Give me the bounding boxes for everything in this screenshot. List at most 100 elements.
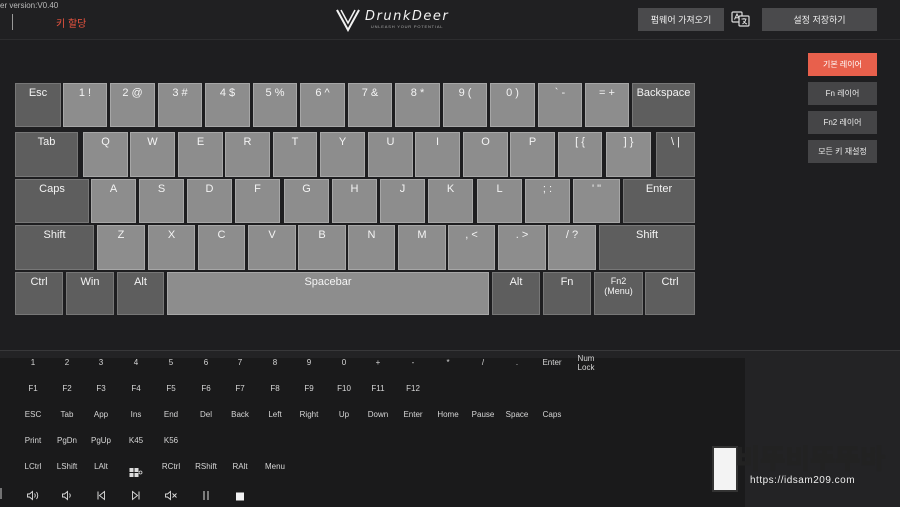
palette-key[interactable]: 2 xyxy=(65,358,69,367)
palette-key[interactable]: F10 xyxy=(337,384,351,393)
palette-key[interactable]: Enter xyxy=(403,410,422,419)
palette-key[interactable]: Left xyxy=(268,410,281,419)
palette-key[interactable]: 4 xyxy=(134,358,138,367)
key-g[interactable]: G xyxy=(284,179,329,223)
palette-key[interactable]: F4 xyxy=(131,384,140,393)
palette-key[interactable]: Enter xyxy=(542,358,561,367)
palette-key[interactable]: Home xyxy=(437,410,458,419)
palette-key[interactable]: 5 xyxy=(169,358,173,367)
palette-key[interactable]: F6 xyxy=(201,384,210,393)
key-b[interactable]: B xyxy=(298,225,346,270)
palette-key[interactable]: Up xyxy=(339,410,349,419)
palette-key[interactable]: LShift xyxy=(57,462,77,471)
base-layer-button[interactable]: 기본 레이어 xyxy=(808,53,877,76)
key-p[interactable]: P xyxy=(510,132,555,177)
play-pause-icon[interactable] xyxy=(202,488,210,506)
key-rshift[interactable]: Shift xyxy=(599,225,695,270)
key-fn[interactable]: Fn xyxy=(543,272,591,315)
key-period[interactable]: . > xyxy=(498,225,546,270)
key-minus[interactable]: ` - xyxy=(538,83,582,127)
palette-key[interactable]: 8 xyxy=(273,358,277,367)
palette-key[interactable]: Space xyxy=(506,410,529,419)
key-backspace[interactable]: Backspace xyxy=(632,83,695,127)
palette-key[interactable]: 1 xyxy=(31,358,35,367)
key-k[interactable]: K xyxy=(428,179,473,223)
palette-key[interactable]: . xyxy=(516,358,518,367)
palette-key[interactable]: Num Lock xyxy=(578,354,595,372)
palette-key[interactable]: App xyxy=(94,410,108,419)
palette-key[interactable]: F3 xyxy=(96,384,105,393)
key-lshift[interactable]: Shift xyxy=(15,225,94,270)
volume-up-icon[interactable] xyxy=(27,488,40,506)
volume-down-icon[interactable] xyxy=(62,488,73,506)
key-e[interactable]: E xyxy=(178,132,223,177)
tab-key-assignment[interactable]: 키 할당 xyxy=(56,15,86,30)
key-o[interactable]: O xyxy=(463,132,508,177)
palette-key[interactable]: F2 xyxy=(62,384,71,393)
key-3[interactable]: 3 # xyxy=(158,83,202,127)
palette-key[interactable]: Del xyxy=(200,410,212,419)
key-ralt[interactable]: Alt xyxy=(492,272,540,315)
palette-key[interactable]: 7 xyxy=(238,358,242,367)
key-lctrl[interactable]: Ctrl xyxy=(15,272,63,315)
key-t[interactable]: T xyxy=(273,132,317,177)
key-q[interactable]: Q xyxy=(83,132,128,177)
palette-key[interactable]: LAlt xyxy=(94,462,108,471)
key-1[interactable]: 1 ! xyxy=(63,83,107,127)
palette-key[interactable]: K45 xyxy=(129,436,143,445)
palette-key[interactable]: 0 xyxy=(342,358,346,367)
key-y[interactable]: Y xyxy=(320,132,365,177)
palette-key[interactable]: F8 xyxy=(270,384,279,393)
palette-key[interactable]: - xyxy=(412,358,415,367)
reset-all-keys-button[interactable]: 모든 키 재설정 xyxy=(808,140,877,163)
key-lbracket[interactable]: [ { xyxy=(558,132,602,177)
palette-key[interactable]: F12 xyxy=(406,384,420,393)
key-backslash[interactable]: \ | xyxy=(656,132,695,177)
palette-key[interactable]: Right xyxy=(300,410,319,419)
mute-icon[interactable] xyxy=(165,488,178,506)
key-i[interactable]: I xyxy=(415,132,460,177)
key-v[interactable]: V xyxy=(248,225,296,270)
key-slash[interactable]: / ? xyxy=(548,225,596,270)
palette-key[interactable]: ESC xyxy=(25,410,41,419)
palette-key[interactable]: F7 xyxy=(235,384,244,393)
key-l[interactable]: L xyxy=(477,179,522,223)
palette-key[interactable]: Print xyxy=(25,436,41,445)
palette-key[interactable]: F5 xyxy=(166,384,175,393)
key-semicolon[interactable]: ; : xyxy=(525,179,570,223)
key-s[interactable]: S xyxy=(139,179,184,223)
palette-key[interactable]: PgUp xyxy=(91,436,111,445)
palette-key[interactable]: K56 xyxy=(164,436,178,445)
key-x[interactable]: X xyxy=(148,225,195,270)
palette-key[interactable]: Caps xyxy=(543,410,562,419)
stop-icon[interactable] xyxy=(236,488,245,506)
key-rbracket[interactable]: ] } xyxy=(606,132,651,177)
palette-key[interactable]: Tab xyxy=(61,410,74,419)
next-track-icon[interactable] xyxy=(131,488,141,506)
palette-key[interactable]: / xyxy=(482,358,484,367)
key-z[interactable]: Z xyxy=(97,225,145,270)
palette-key[interactable]: 9 xyxy=(307,358,311,367)
palette-key[interactable]: 6 xyxy=(204,358,208,367)
key-c[interactable]: C xyxy=(198,225,245,270)
previous-track-icon[interactable] xyxy=(96,488,106,506)
key-spacebar[interactable]: Spacebar xyxy=(167,272,489,315)
key-7[interactable]: 7 & xyxy=(348,83,392,127)
key-comma[interactable]: , < xyxy=(448,225,495,270)
key-rctrl[interactable]: Ctrl xyxy=(645,272,695,315)
key-f[interactable]: F xyxy=(235,179,280,223)
palette-key[interactable]: LCtrl xyxy=(25,462,42,471)
palette-key[interactable]: F1 xyxy=(28,384,37,393)
key-enter[interactable]: Enter xyxy=(623,179,695,223)
palette-key[interactable]: End xyxy=(164,410,178,419)
key-5[interactable]: 5 % xyxy=(253,83,297,127)
key-2[interactable]: 2 @ xyxy=(110,83,155,127)
key-equal[interactable]: = + xyxy=(585,83,629,127)
key-0[interactable]: 0 ) xyxy=(490,83,535,127)
palette-key[interactable]: F9 xyxy=(304,384,313,393)
fn2-layer-button[interactable]: Fn2 레이어 xyxy=(808,111,877,134)
palette-key[interactable]: RAlt xyxy=(232,462,247,471)
key-a[interactable]: A xyxy=(91,179,136,223)
key-tab[interactable]: Tab xyxy=(15,132,78,177)
palette-key[interactable]: * xyxy=(446,358,449,367)
